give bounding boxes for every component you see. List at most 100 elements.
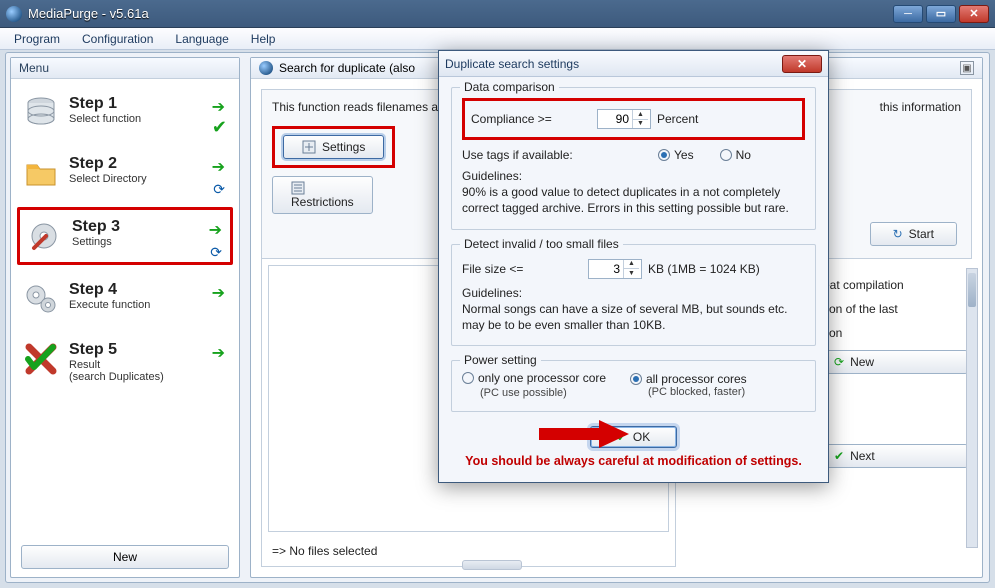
radio-label: No (736, 148, 751, 162)
guidelines-text: 90% is a good value to detect duplicates… (462, 185, 789, 215)
filesize-label: File size <= (462, 262, 582, 276)
side-controls: eat compilation tion of the last tion ⟳ … (823, 278, 968, 468)
last-hint-a: tion of the last (823, 302, 968, 316)
menu-help[interactable]: Help (241, 30, 286, 48)
side-new-label: New (850, 355, 874, 369)
arrow-right-icon: ➔ (212, 343, 225, 363)
compliance-unit: Percent (657, 112, 698, 126)
dialog-titlebar: Duplicate search settings ✕ (439, 51, 828, 77)
use-tags-no-radio[interactable]: No (720, 148, 751, 162)
step-title: Step 3 (72, 218, 120, 236)
menu-bar: Program Configuration Language Help (0, 28, 995, 50)
scrollbar-thumb[interactable] (968, 273, 976, 307)
last-hint-b: tion (823, 326, 968, 340)
step-title: Step 1 (69, 95, 141, 113)
settings-button-label: Settings (322, 140, 365, 154)
window-titlebar: MediaPurge - v5.61a ─ ▭ ✕ (0, 0, 995, 28)
settings-icon (302, 140, 316, 154)
data-comparison-group: Data comparison Compliance >= ▲▼ Percent… (451, 87, 816, 230)
use-tags-yes-radio[interactable]: Yes (658, 148, 694, 162)
compliance-label: Compliance >= (471, 112, 591, 126)
spin-down-icon[interactable]: ▼ (633, 120, 648, 129)
app-icon (6, 6, 22, 22)
step-title: Step 5 (69, 341, 164, 359)
description-extra: this information (880, 100, 961, 114)
panel-collapse-button[interactable]: ▣ (960, 61, 974, 75)
window-minimize-button[interactable]: ─ (893, 5, 923, 23)
filesize-unit: KB (1MB = 1024 KB) (648, 262, 760, 276)
database-icon (23, 95, 59, 131)
ok-button-label: OK (633, 430, 650, 444)
step-title: Step 2 (69, 155, 147, 173)
arrow-right-icon: ➔ (209, 220, 222, 240)
spin-down-icon[interactable]: ▼ (624, 269, 639, 278)
compliance-spinner[interactable]: ▲▼ (597, 109, 651, 129)
dialog-close-button[interactable]: ✕ (782, 55, 822, 73)
start-button[interactable]: ↻ Start (870, 222, 957, 246)
play-icon: ↻ (893, 227, 903, 241)
group-legend: Power setting (460, 353, 541, 367)
arrow-right-icon: ➔ (212, 283, 225, 303)
start-button-label: Start (909, 227, 934, 241)
horizontal-scrollbar[interactable] (462, 560, 522, 570)
maximize-icon: ▭ (936, 7, 946, 20)
all-cores-sub: (PC blocked, faster) (630, 386, 795, 398)
restrictions-icon (291, 181, 354, 195)
side-new-button[interactable]: ⟳ New (823, 350, 968, 374)
menu-configuration[interactable]: Configuration (72, 30, 163, 48)
minimize-icon: ─ (904, 8, 912, 20)
one-core-radio[interactable]: only one processor core (462, 371, 606, 385)
side-next-label: Next (850, 449, 875, 463)
sidebar-step-4[interactable]: Step 4 Execute function ➔ (17, 273, 233, 325)
refresh-icon: ⟳ (834, 355, 844, 369)
use-tags-label: Use tags if available: (462, 148, 652, 162)
vertical-scrollbar[interactable] (966, 268, 978, 548)
compliance-input[interactable] (598, 111, 632, 127)
guidelines-heading: Guidelines: (462, 286, 522, 300)
step-subtitle: Settings (72, 236, 120, 248)
folder-icon (23, 155, 59, 191)
power-setting-group: Power setting only one processor core (P… (451, 360, 816, 412)
window-close-button[interactable]: ✕ (959, 5, 989, 23)
menu-program[interactable]: Program (4, 30, 70, 48)
all-cores-radio[interactable]: all processor cores (630, 372, 747, 386)
checkmark-icon: ✔ (834, 449, 844, 463)
sidebar-step-2[interactable]: Step 2 Select Directory ➔ ⟳ (17, 147, 233, 199)
warning-text: You should be always careful at modifica… (451, 454, 816, 468)
settings-dialog: Duplicate search settings ✕ Data compari… (438, 50, 829, 483)
checkmark-icon: ✔ (212, 117, 227, 138)
guidelines-text: Normal songs can have a size of several … (462, 302, 788, 332)
menu-language[interactable]: Language (165, 30, 238, 48)
settings-button-highlight: Settings (272, 126, 395, 168)
refresh-icon[interactable]: ⟳ (213, 181, 225, 198)
filesize-spinner[interactable]: ▲▼ (588, 259, 642, 279)
close-icon: ✕ (797, 57, 807, 71)
side-next-button[interactable]: ✔ Next (823, 444, 968, 468)
file-status-text: => No files selected (272, 544, 377, 558)
window-title: MediaPurge - v5.61a (28, 6, 893, 21)
panel-icon (259, 61, 273, 75)
sidebar-step-1[interactable]: Step 1 Select function ➔ ✔ (17, 87, 233, 139)
new-button-label: New (113, 550, 137, 564)
sidebar-title: Menu (11, 58, 239, 79)
step-subtitle: Select function (69, 113, 141, 125)
restrictions-button[interactable]: Restrictions (272, 176, 373, 214)
gear-icon (26, 218, 62, 254)
red-arrow-annotation (539, 420, 629, 448)
main-panel-title: Search for duplicate (also (279, 61, 415, 75)
guidelines-heading: Guidelines: (462, 169, 522, 183)
refresh-icon[interactable]: ⟳ (210, 244, 222, 261)
spin-up-icon[interactable]: ▲ (624, 260, 639, 270)
settings-button[interactable]: Settings (283, 135, 384, 159)
sidebar-panel: Menu Step 1 Select function ➔ ✔ Step 2 (10, 57, 240, 578)
restrictions-button-label: Restrictions (291, 195, 354, 209)
filesize-input[interactable] (589, 261, 623, 277)
close-icon: ✕ (969, 7, 978, 20)
sidebar-step-5[interactable]: Step 5 Result (search Duplicates) ➔ (17, 333, 233, 391)
arrow-right-icon: ➔ (212, 157, 225, 177)
sidebar-step-3[interactable]: Step 3 Settings ➔ ⟳ (17, 207, 233, 265)
sidebar-new-button[interactable]: New (21, 545, 229, 569)
spin-up-icon[interactable]: ▲ (633, 110, 648, 120)
window-maximize-button[interactable]: ▭ (926, 5, 956, 23)
step-subtitle: Execute function (69, 299, 150, 311)
